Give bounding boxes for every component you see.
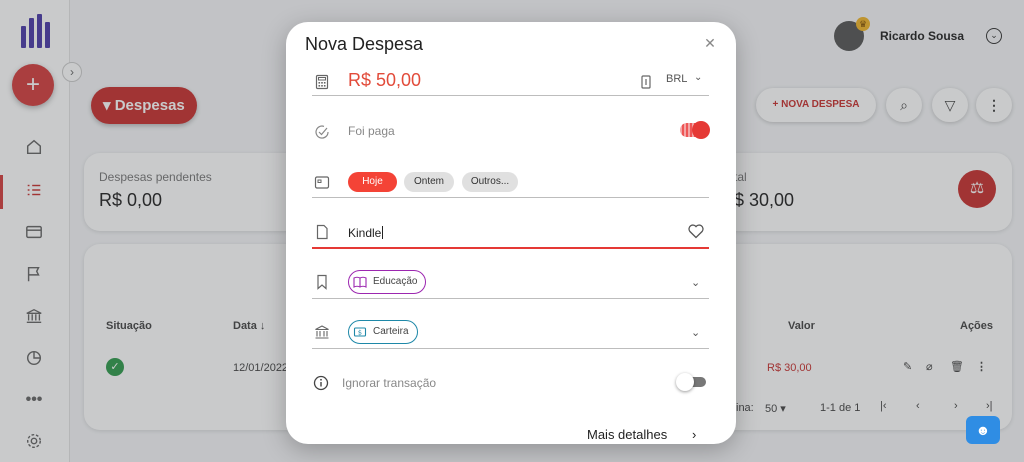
category-underline — [312, 298, 709, 299]
toggle-knob — [676, 373, 694, 391]
account-underline — [312, 348, 709, 349]
account-label: Carteira — [373, 326, 409, 337]
date-chip-today[interactable]: Hoje — [348, 172, 397, 192]
description-input[interactable]: Kindle — [348, 226, 384, 240]
account-tag[interactable]: $ Carteira — [348, 320, 418, 344]
chat-help-icon[interactable]: ☻ — [966, 416, 1000, 444]
category-tag[interactable]: Educação — [348, 270, 427, 294]
info-icon — [313, 375, 329, 391]
date-chip-others[interactable]: Outros... — [462, 172, 518, 192]
description-value: Kindle — [348, 226, 382, 240]
amount-underline — [312, 95, 709, 96]
money-note-icon — [638, 74, 654, 90]
bank-icon — [314, 324, 330, 340]
dialog-title: Nova Despesa — [305, 34, 424, 54]
chevron-right-icon[interactable]: › — [692, 427, 696, 442]
calculator-icon — [314, 74, 330, 90]
text-caret — [382, 226, 384, 239]
ignore-transaction-toggle[interactable] — [676, 373, 706, 391]
paid-toggle[interactable] — [680, 121, 710, 139]
calendar-icon — [314, 174, 330, 190]
wallet-icon: $ — [353, 325, 367, 339]
document-icon — [314, 224, 330, 240]
bookmark-icon — [314, 274, 330, 290]
more-details-link[interactable]: Mais detalhes — [587, 427, 667, 442]
description-underline-active — [312, 247, 709, 249]
paid-label: Foi paga — [348, 124, 395, 138]
svg-text:$: $ — [358, 329, 362, 337]
ignore-transaction-label: Ignorar transação — [342, 376, 437, 390]
new-expense-dialog: Nova Despesa ✕ R$ 50,00 BRL ⌄ Foi paga H… — [286, 22, 736, 444]
check-circle-icon — [314, 124, 330, 140]
heart-icon[interactable] — [687, 222, 705, 240]
date-chip-yesterday[interactable]: Ontem — [404, 172, 454, 192]
chevron-down-icon[interactable]: ⌄ — [694, 72, 702, 83]
chevron-down-icon[interactable]: ⌄ — [691, 276, 700, 289]
chevron-down-icon[interactable]: ⌄ — [691, 326, 700, 339]
book-icon — [353, 275, 367, 289]
amount-input[interactable]: R$ 50,00 — [348, 70, 421, 91]
close-icon[interactable]: ✕ — [703, 36, 717, 50]
currency-select[interactable]: BRL — [666, 73, 687, 85]
toggle-knob — [692, 121, 710, 139]
category-label: Educação — [373, 276, 418, 287]
date-underline — [312, 197, 709, 198]
